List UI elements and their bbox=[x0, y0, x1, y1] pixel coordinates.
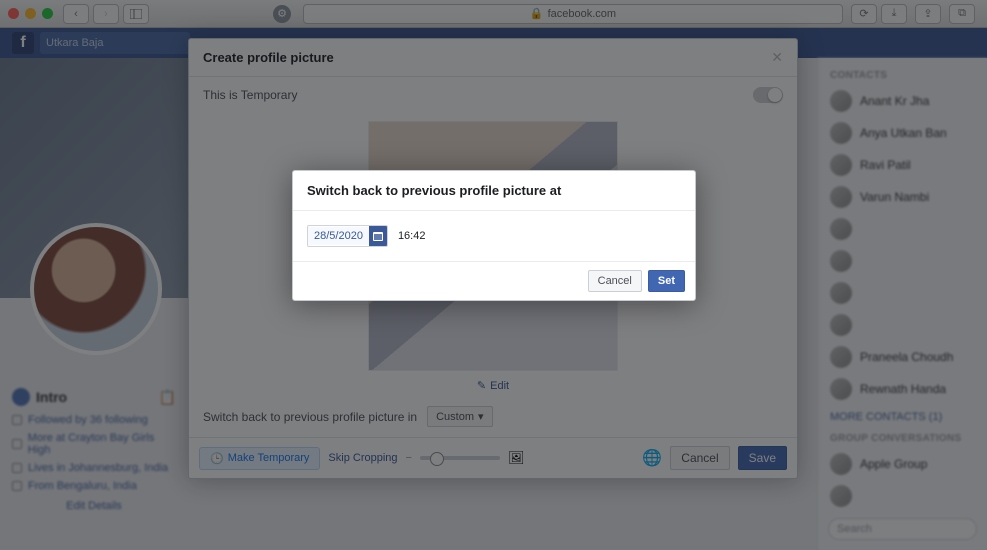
set-button[interactable]: Set bbox=[648, 270, 685, 292]
switch-back-time-modal: Switch back to previous profile picture … bbox=[292, 170, 696, 301]
cancel-button[interactable]: Cancel bbox=[588, 270, 642, 292]
modal-title: Switch back to previous profile picture … bbox=[307, 183, 681, 198]
time-input[interactable]: 16:42 bbox=[398, 230, 426, 242]
calendar-icon bbox=[369, 226, 387, 246]
date-picker[interactable]: 28/5/2020 bbox=[307, 225, 388, 247]
date-value: 28/5/2020 bbox=[308, 227, 369, 245]
